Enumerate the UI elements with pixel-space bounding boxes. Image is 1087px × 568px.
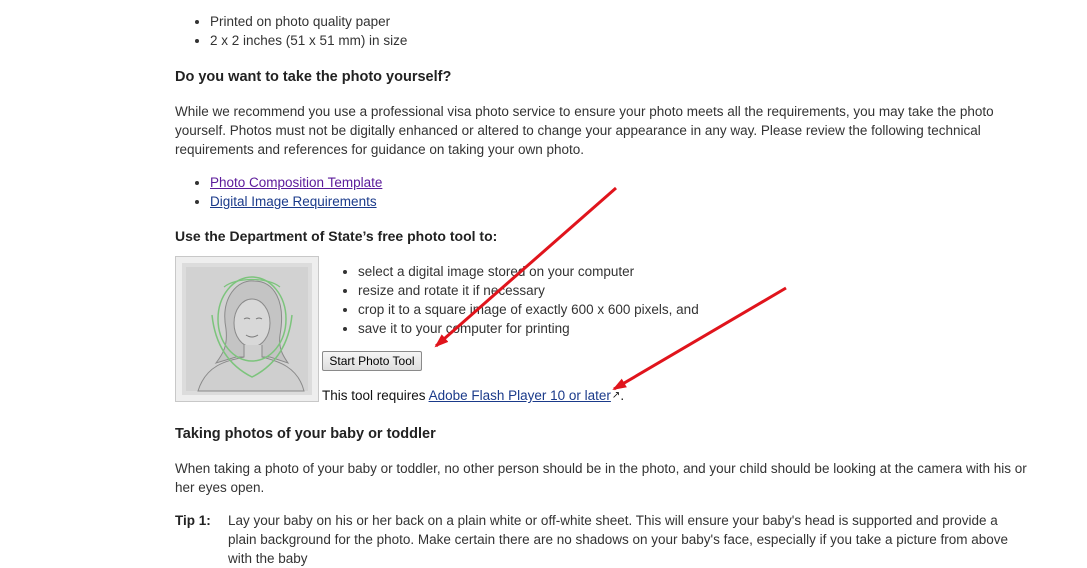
arrow-to-start-button-icon	[434, 186, 617, 348]
annotation-overlay	[434, 186, 787, 391]
arrow-to-flash-link-icon	[612, 286, 787, 391]
